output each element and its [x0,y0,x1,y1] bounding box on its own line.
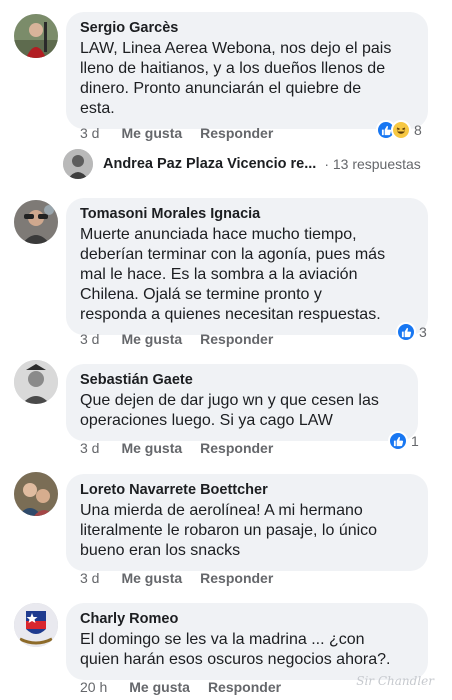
comment-actions: 3 d Me gusta Responder [80,440,291,456]
like-button[interactable]: Me gusta [121,570,182,586]
comment-bubble: Loreto Navarrete Boettcher Una mierda de… [66,474,428,571]
comment-bubble: Sergio Garcès LAW, Linea Aerea Webona, n… [66,12,428,129]
comment-time[interactable]: 3 d [80,570,99,586]
avatar[interactable] [14,200,58,244]
comment-text: LAW, Linea Aerea Webona, nos dejo el pai… [80,40,392,117]
comment-time[interactable]: 3 d [80,125,99,141]
avatar[interactable] [14,360,58,404]
watermark: Sir Chandler [356,674,434,688]
comment-actions: 3 d Me gusta Responder [80,570,291,586]
comment-author[interactable]: Tomasoni Morales Ignacia [80,206,414,222]
comment-author[interactable]: Sergio Garcès [80,20,414,36]
comment-bubble: Charly Romeo El domingo se les va la mad… [66,603,428,680]
comment-bubble: Tomasoni Morales Ignacia Muerte anunciad… [66,198,428,335]
comment-bubble: Sebastián Gaete Que dejen de dar jugo wn… [66,364,418,441]
like-button[interactable]: Me gusta [129,679,190,695]
comment-text: El domingo se les va la madrina ... ¿con… [80,631,391,668]
reactions-summary[interactable]: 3 [396,321,427,343]
reaction-count: 1 [411,433,419,449]
comment-time[interactable]: 3 d [80,331,99,347]
avatar[interactable] [14,14,58,58]
like-icon [396,322,416,342]
comment-text: Muerte anunciada hace mucho tiempo, debe… [80,226,386,323]
like-icon [388,431,408,451]
reply-button[interactable]: Responder [200,125,273,141]
comment-author[interactable]: Sebastián Gaete [80,372,404,388]
reaction-count: 3 [419,324,427,340]
reply-button[interactable]: Responder [200,440,273,456]
comment-author[interactable]: Loreto Navarrete Boettcher [80,482,414,498]
comment-actions: 3 d Me gusta Responder [80,125,291,141]
comment-author[interactable]: Charly Romeo [80,611,414,627]
reaction-count: 8 [414,122,422,138]
comment-text: Una mierda de aerolínea! A mi hermano li… [80,502,378,559]
like-button[interactable]: Me gusta [121,331,182,347]
haha-icon [391,120,411,140]
reactions-summary[interactable]: 1 [388,430,419,452]
like-button[interactable]: Me gusta [121,125,182,141]
avatar[interactable] [14,603,58,647]
comment-text: Que dejen de dar jugo wn y que cesen las… [80,392,379,429]
comment-actions: 3 d Me gusta Responder [80,331,291,347]
avatar[interactable] [63,149,93,179]
avatar[interactable] [14,472,58,516]
comment-time[interactable]: 20 h [80,679,107,695]
comment-actions: 20 h Me gusta Responder [80,679,299,695]
reply-count[interactable]: · 13 respuestas [324,156,421,172]
reply-author[interactable]: Andrea Paz Plaza Vicencio re... [103,156,316,172]
reply-button[interactable]: Responder [200,331,273,347]
reply-button[interactable]: Responder [200,570,273,586]
like-button[interactable]: Me gusta [121,440,182,456]
comment-time[interactable]: 3 d [80,440,99,456]
reply-button[interactable]: Responder [208,679,281,695]
reactions-summary[interactable]: 8 [376,119,422,141]
replies-preview[interactable]: Andrea Paz Plaza Vicencio re... · 13 res… [63,148,421,180]
